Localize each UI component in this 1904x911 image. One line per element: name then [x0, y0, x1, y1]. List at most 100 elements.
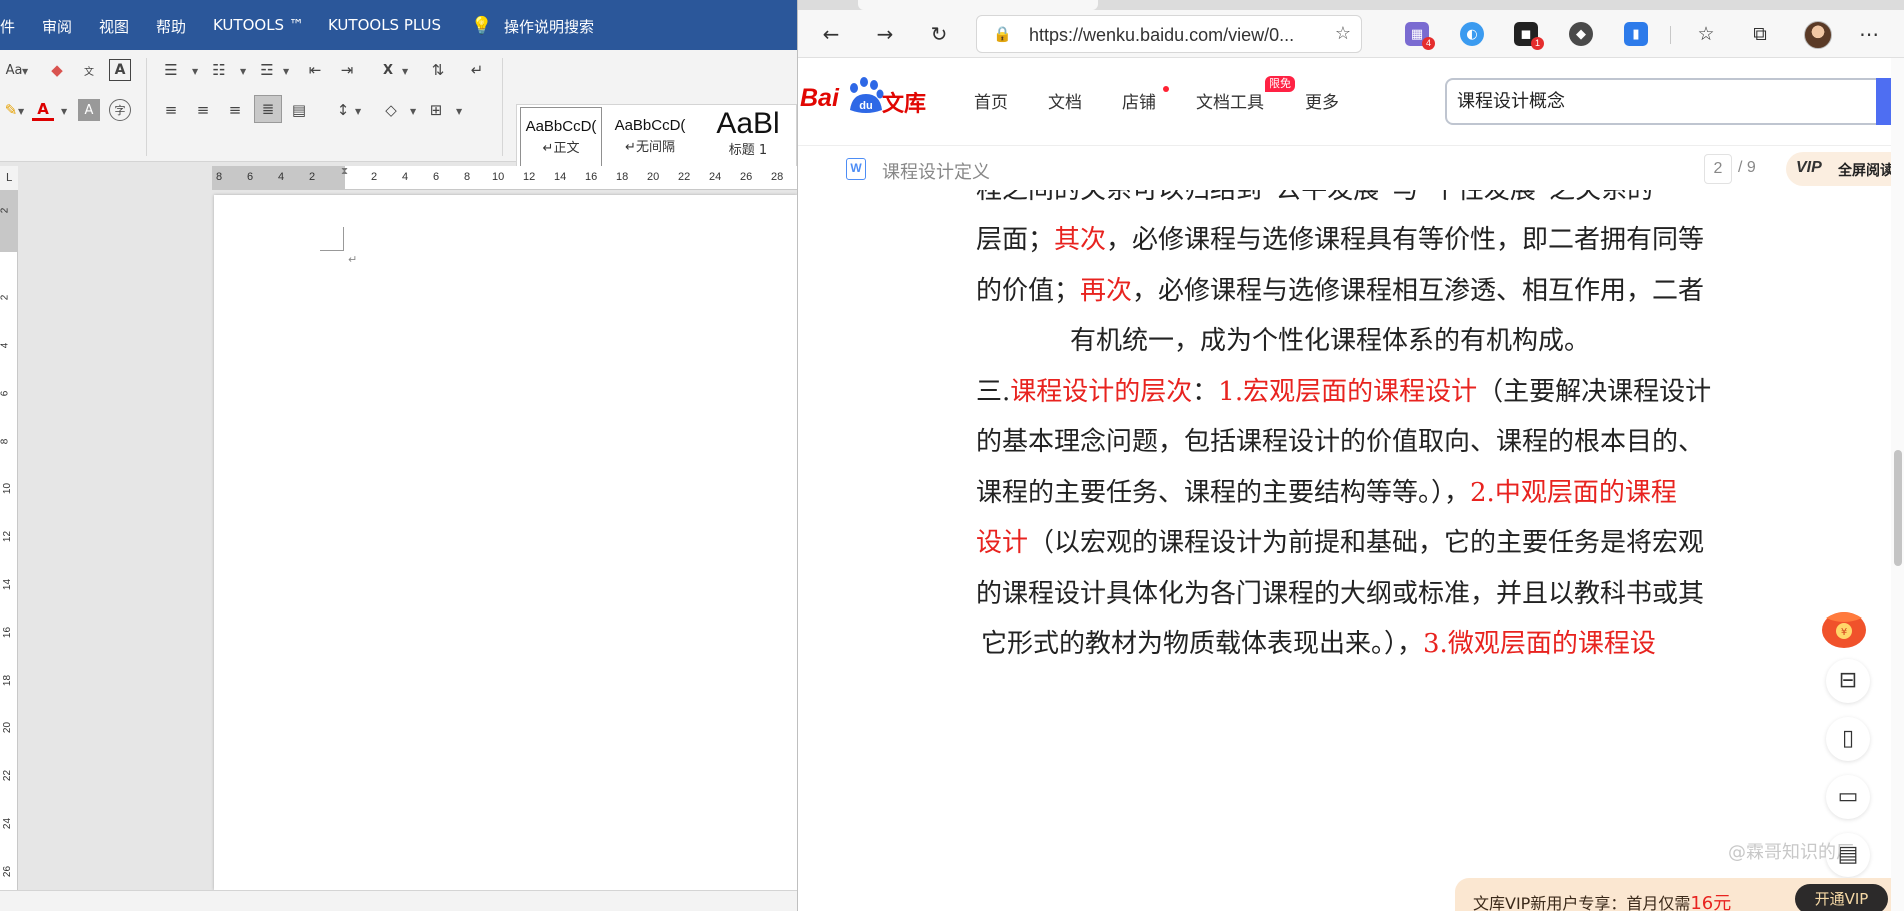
chevron-down-icon: ▼: [192, 67, 199, 76]
active-tab[interactable]: [858, 0, 1098, 10]
style-no-spacing[interactable]: AaBbCcD( ↵无间隔: [607, 107, 693, 173]
horizontal-ruler[interactable]: 8 6 4 2 2 4 6 8 10 12 14 16 18 20 22 24 …: [212, 166, 797, 190]
body-text: 课程的主要任务、课程的主要结构等等。），: [976, 478, 1471, 508]
body-text: 层面；: [976, 225, 1055, 255]
document-title-bar: W 课程设计定义 2 / 9 VIP 全屏阅读: [798, 148, 1904, 190]
increase-indent-icon[interactable]: ⇥: [336, 59, 358, 81]
phonetic-guide-icon[interactable]: 文: [78, 59, 100, 81]
lightbulb-icon[interactable]: 💡: [471, 16, 492, 36]
ruler-tick-label: 10: [2, 482, 14, 495]
address-bar[interactable]: 🔒 https://wenku.baidu.com/view/0... ☆: [976, 15, 1362, 53]
feedback-button[interactable]: ▭: [1826, 775, 1870, 819]
highlighted-text: 其次: [1054, 225, 1107, 255]
phone-icon: ▯: [1841, 726, 1855, 751]
nav-doc-tools[interactable]: 文档工具: [1196, 88, 1264, 113]
multilevel-list-icon[interactable]: ☲: [256, 59, 278, 81]
url-text[interactable]: https://wenku.baidu.com/view/0...: [1029, 25, 1294, 46]
numbering-icon[interactable]: ☷: [208, 59, 230, 81]
back-arrow-icon[interactable]: ←: [817, 20, 845, 48]
wenku-search-box[interactable]: [1445, 78, 1904, 125]
menu-file[interactable]: 件: [0, 16, 15, 37]
line-spacing-icon[interactable]: ↕: [332, 99, 354, 121]
align-left-icon[interactable]: ≡: [160, 99, 182, 121]
ribbon-separator: [502, 58, 503, 156]
show-marks-icon[interactable]: ↵: [466, 59, 488, 81]
clear-format-icon[interactable]: ◆: [46, 59, 68, 81]
extension-badge: 1: [1531, 37, 1544, 50]
char-shading-icon[interactable]: A: [78, 99, 100, 121]
word-ribbon: Aa ▼ ◆ 文 A ✎ ▼ A ▼ A 字 ☰ ▼ ☷ ▼ ☲ ▼ ⇤ ⇥ X…: [0, 50, 797, 208]
toolbox-button[interactable]: ⊟: [1826, 659, 1870, 703]
ruler-tick-label: 4: [0, 342, 11, 349]
extension-icon[interactable]: ◆: [1569, 22, 1593, 46]
chinese-layout-icon[interactable]: X: [377, 59, 399, 81]
shading-icon[interactable]: ◇: [380, 99, 402, 121]
document-title: 课程设计定义: [882, 162, 990, 183]
document-line: 设计（以宏观的课程设计为前提和基础，它的主要任务是将宏观: [976, 522, 1790, 559]
mobile-button[interactable]: ▯: [1826, 717, 1870, 761]
menu-kutools[interactable]: KUTOOLS ™: [213, 16, 304, 34]
align-center-icon[interactable]: ≡: [192, 99, 214, 121]
bullets-icon[interactable]: ☰: [160, 59, 182, 81]
ruler-tick-label: 6: [247, 171, 254, 183]
decrease-indent-icon[interactable]: ⇤: [304, 59, 326, 81]
extension-icon[interactable]: ▦ 4: [1405, 22, 1435, 50]
profile-avatar[interactable]: [1804, 21, 1832, 49]
document-page[interactable]: ↵: [214, 195, 797, 890]
ruler-tick-label: 18: [2, 674, 14, 687]
nav-docs[interactable]: 文档: [1048, 88, 1082, 113]
red-packet-icon[interactable]: ¥: [1818, 604, 1870, 650]
document-line: 有机统一，成为个性化课程体系的有机构成。: [976, 320, 1790, 357]
enclose-char-icon[interactable]: 字: [109, 99, 131, 121]
page-current-input[interactable]: 2: [1704, 154, 1732, 184]
body-text: ，必修课程与选修课程具有等价性，即二者拥有同等: [1106, 225, 1705, 255]
vip-fullscreen-button[interactable]: VIP 全屏阅读: [1786, 152, 1904, 186]
toolbar-separator: [1670, 26, 1671, 44]
translate-extension-icon[interactable]: ◐: [1460, 22, 1484, 46]
menu-help[interactable]: 帮助: [156, 16, 186, 37]
style-heading-1[interactable]: AaBl 标题 1: [699, 107, 797, 173]
favorites-icon[interactable]: ☆: [1692, 20, 1720, 48]
nav-more[interactable]: 更多: [1305, 88, 1339, 113]
refresh-icon[interactable]: ↻: [925, 20, 953, 48]
forward-arrow-icon[interactable]: →: [871, 20, 899, 48]
indent-marker-icon[interactable]: ⧗: [341, 166, 348, 177]
menu-kutools-plus[interactable]: KUTOOLS PLUS: [328, 16, 441, 34]
wenku-search-input[interactable]: [1457, 89, 1857, 110]
style-normal[interactable]: AaBbCcD( ↵正文: [520, 107, 602, 173]
nav-shops[interactable]: 店铺: [1122, 88, 1156, 113]
align-right-icon[interactable]: ≡: [224, 99, 246, 121]
scrollbar[interactable]: [1891, 58, 1904, 911]
extension-icon[interactable]: ◼ 1: [1514, 22, 1544, 50]
borders-icon[interactable]: ⊞: [425, 99, 447, 121]
margin-corner-mark: [320, 227, 344, 251]
body-text: 的价值；: [976, 276, 1081, 306]
sort-icon[interactable]: ⇅: [427, 59, 449, 81]
tab-selector[interactable]: L: [0, 166, 18, 190]
open-vip-button[interactable]: 开通VIP: [1795, 884, 1888, 911]
lock-icon[interactable]: 🔒: [993, 25, 1012, 43]
distributed-icon[interactable]: ▤: [288, 99, 310, 121]
menu-view[interactable]: 视图: [99, 16, 129, 37]
collections-icon[interactable]: ⧉: [1746, 20, 1774, 48]
more-menu-icon[interactable]: ⋯: [1855, 20, 1883, 48]
body-text: ：: [1192, 377, 1219, 407]
font-color-icon[interactable]: A: [32, 99, 54, 121]
scrollbar-thumb[interactable]: [1894, 450, 1902, 566]
fullscreen-label: 全屏阅读: [1838, 163, 1894, 179]
menu-review[interactable]: 审阅: [42, 16, 72, 37]
document-line: 的课程设计具体化为各门课程的大纲或标准，并且以教科书或其: [976, 573, 1790, 610]
highlighted-text: 2.中观层面的课程: [1470, 478, 1677, 508]
vip-promo-bar[interactable]: 文库VIP新用户专享：首月仅需16元 开通VIP: [1455, 878, 1891, 911]
vertical-ruler[interactable]: 2 2 4 6 8 10 12 14 16 18 20 22 24 26: [0, 190, 18, 911]
logo-du: du: [859, 100, 872, 112]
ruler-margin-top: [0, 190, 18, 252]
nav-home[interactable]: 首页: [974, 88, 1008, 113]
extension-icon[interactable]: ▮: [1624, 22, 1648, 46]
add-favorite-icon[interactable]: ☆: [1335, 23, 1351, 44]
document-line: 它形式的教材为物质载体表现出来。），3.微观层面的课程设: [976, 623, 1790, 660]
char-border-icon[interactable]: A: [109, 59, 131, 81]
tell-me-search[interactable]: 操作说明搜索: [504, 16, 594, 37]
justify-icon[interactable]: ≣: [254, 95, 282, 123]
word-doc-icon: W: [846, 158, 866, 180]
